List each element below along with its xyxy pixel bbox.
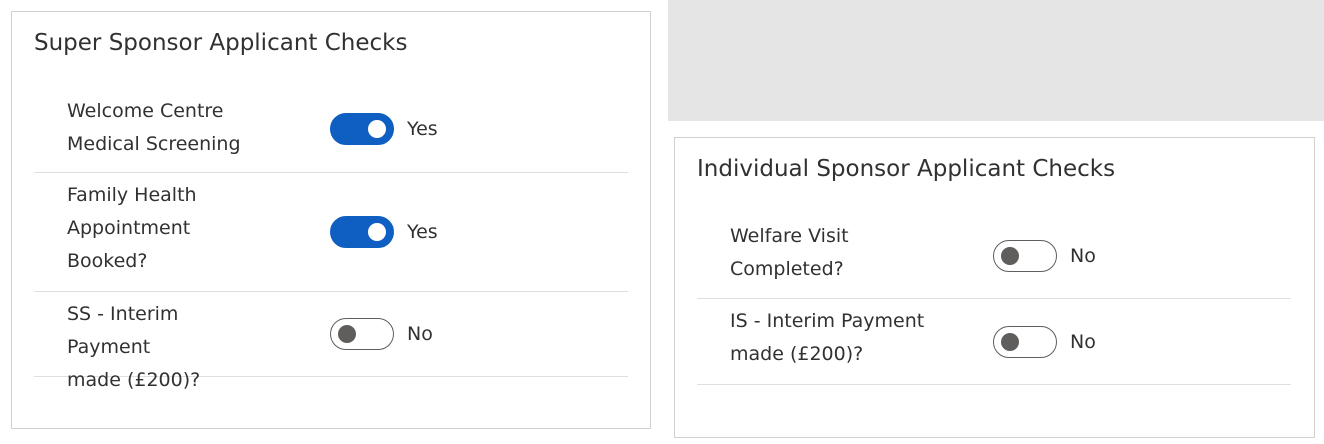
field-row-ss-interim-payment: SS - Interim Payment made (£200)? No [34,292,628,391]
toggle-knob [368,223,386,241]
individual-sponsor-checks-title: Individual Sponsor Applicant Checks [697,156,1116,182]
toggle-knob [1001,247,1019,265]
ss-interim-payment-toggle[interactable]: No [330,318,433,350]
field-row-is-interim-payment: IS - Interim Payment made (£200)? No [697,299,1291,385]
is-interim-payment-toggle[interactable]: No [993,326,1096,358]
field-label-line: made (£200)? [730,343,864,365]
field-row-family-health-appointment-booked: Family Health Appointment Booked? Yes [34,173,628,292]
empty-panel-area [668,0,1324,121]
field-label: Welcome Centre Medical Screening [67,95,267,161]
toggle-value: No [1070,245,1096,267]
field-label-line: Family Health [67,184,197,206]
toggle-switch[interactable] [993,326,1057,358]
toggle-switch[interactable] [330,318,394,350]
toggle-value: No [1070,331,1096,353]
toggle-switch[interactable] [330,113,394,145]
field-row-welcome-centre-medical-screening: Welcome Centre Medical Screening Yes [34,95,628,173]
field-label: SS - Interim Payment made (£200)? [67,298,267,397]
page: Super Sponsor Applicant Checks Welcome C… [0,0,1324,444]
field-label-line: Welcome Centre [67,100,224,122]
field-label-line: IS - Interim Payment [730,310,925,332]
field-label-line: made (£200)? [67,369,201,391]
toggle-knob [338,325,356,343]
toggle-switch[interactable] [993,240,1057,272]
toggle-knob [368,120,386,138]
super-sponsor-checks-title: Super Sponsor Applicant Checks [34,30,408,56]
individual-sponsor-checks-card: Individual Sponsor Applicant Checks Welf… [674,137,1315,438]
field-label: Welfare Visit Completed? [730,220,930,286]
field-label-line: Completed? [730,258,844,280]
family-health-appointment-booked-toggle[interactable]: Yes [330,216,438,248]
toggle-switch[interactable] [330,216,394,248]
toggle-value: Yes [407,118,438,140]
field-label: IS - Interim Payment made (£200)? [730,305,930,371]
field-label-line: Welfare Visit [730,225,849,247]
field-label-line: Appointment [67,217,191,239]
toggle-value: No [407,323,433,345]
field-label-line: Booked? [67,250,148,272]
toggle-knob [1001,333,1019,351]
super-sponsor-checks-card: Super Sponsor Applicant Checks Welcome C… [11,11,651,429]
field-row-welfare-visit-completed: Welfare Visit Completed? No [697,220,1291,299]
field-label-line: SS - Interim Payment [67,303,179,358]
toggle-value: Yes [407,221,438,243]
field-label: Family Health Appointment Booked? [67,179,267,278]
welfare-visit-completed-toggle[interactable]: No [993,240,1096,272]
field-label-line: Medical Screening [67,133,241,155]
welcome-centre-medical-screening-toggle[interactable]: Yes [330,113,438,145]
